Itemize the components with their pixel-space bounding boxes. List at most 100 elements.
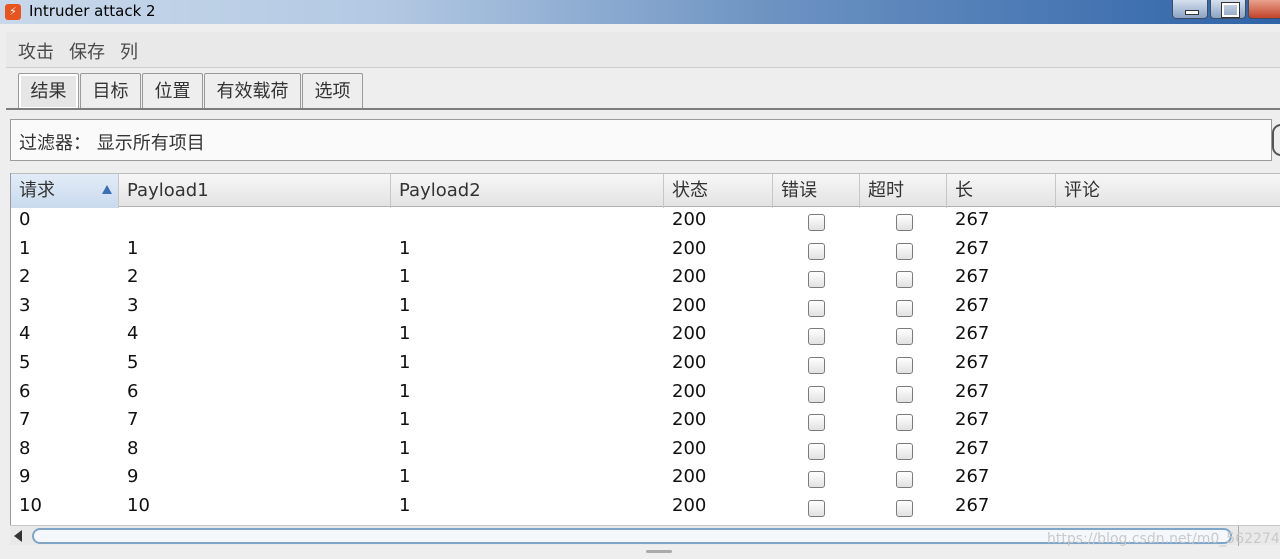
cell-comment (1056, 295, 1064, 324)
maximize-button[interactable] (1210, 0, 1246, 19)
table-row[interactable]: 8 8 1 200 267 (11, 438, 1280, 467)
timeout-checkbox[interactable] (896, 442, 913, 460)
column-header-request[interactable]: 请求 (11, 174, 119, 208)
cell-comment (1056, 323, 1064, 352)
minimize-button[interactable] (1172, 0, 1208, 19)
column-header-status[interactable]: 状态 (664, 174, 773, 208)
window-title: Intruder attack 2 (29, 2, 156, 20)
menu-columns[interactable]: 列 (120, 38, 138, 64)
tab-positions[interactable]: 位置 (142, 73, 203, 109)
tab-options[interactable]: 选项 (302, 73, 363, 109)
cell-payload2: 1 (399, 466, 411, 488)
timeout-checkbox[interactable] (896, 214, 913, 231)
table-row[interactable]: 5 5 1 200 267 (11, 352, 1280, 381)
column-header-payload2[interactable]: Payload2 (391, 174, 664, 208)
error-checkbox[interactable] (808, 471, 825, 489)
error-checkbox[interactable] (808, 442, 825, 460)
column-header-comment[interactable]: 评论 (1056, 174, 1280, 208)
tab-target[interactable]: 目标 (80, 73, 141, 109)
cell-request: 10 (19, 495, 42, 516)
watermark: https://blog.csdn.net/m0_5622741 (1047, 531, 1280, 547)
menu-save[interactable]: 保存 (69, 38, 105, 64)
table-row[interactable]: 7 7 1 200 267 (11, 409, 1280, 438)
cell-length: 267 (955, 352, 990, 373)
arrow-left-icon[interactable] (14, 530, 22, 542)
column-header-timeout[interactable]: 超时 (860, 174, 947, 208)
table-row[interactable]: 6 6 1 200 267 (11, 381, 1280, 410)
cell-status: 200 (672, 352, 707, 373)
error-checkbox[interactable] (808, 414, 825, 432)
tab-payloads[interactable]: 有效载荷 (204, 73, 301, 109)
timeout-checkbox[interactable] (896, 271, 913, 289)
table-row[interactable]: 2 2 1 200 267 (11, 266, 1280, 295)
cell-status: 200 (672, 323, 707, 345)
cell-request: 7 (19, 409, 31, 431)
cell-payload1: 5 (127, 352, 139, 373)
burp-logo-icon: ⚡ (5, 4, 21, 20)
cell-length: 267 (955, 209, 990, 230)
cell-status: 200 (672, 237, 707, 259)
tab-results[interactable]: 结果 (18, 73, 79, 109)
filter-help-icon[interactable] (1272, 124, 1280, 156)
error-checkbox[interactable] (808, 328, 825, 346)
cell-payload2: 1 (399, 409, 411, 431)
cell-length: 267 (955, 294, 990, 316)
cell-length: 267 (955, 380, 990, 402)
cell-payload1: 10 (127, 495, 150, 516)
table-row[interactable]: 3 3 1 200 267 (11, 295, 1280, 324)
cell-payload1: 9 (127, 466, 139, 488)
cell-length: 267 (955, 437, 990, 459)
cell-status: 200 (672, 266, 707, 288)
cell-comment (1056, 466, 1064, 495)
timeout-checkbox[interactable] (896, 385, 913, 403)
cell-status: 200 (672, 409, 707, 431)
cell-length: 267 (955, 323, 990, 345)
table-row[interactable]: 1 1 1 200 267 (11, 238, 1280, 267)
cell-length: 267 (955, 409, 990, 431)
cell-payload1: 6 (127, 380, 139, 402)
error-checkbox[interactable] (808, 357, 825, 374)
error-checkbox[interactable] (808, 500, 825, 517)
filter-bar[interactable]: 过滤器： 显示所有项目 (10, 119, 1272, 161)
table-row[interactable]: 0 200 267 (11, 209, 1280, 238)
cell-request: 1 (19, 237, 31, 259)
timeout-checkbox[interactable] (896, 471, 913, 489)
cell-payload1: 4 (127, 323, 139, 345)
filter-label: 过滤器： 显示所有项目 (19, 133, 205, 154)
column-header-payload1[interactable]: Payload1 (119, 174, 391, 208)
error-checkbox[interactable] (808, 242, 825, 260)
cell-payload2: 1 (399, 266, 411, 288)
sort-ascending-icon (102, 185, 112, 194)
menu-attack[interactable]: 攻击 (18, 38, 54, 64)
column-header-error[interactable]: 错误 (773, 174, 860, 208)
timeout-checkbox[interactable] (896, 328, 913, 346)
table-row[interactable]: 9 9 1 200 267 (11, 466, 1280, 495)
timeout-checkbox[interactable] (896, 299, 913, 317)
timeout-checkbox[interactable] (896, 357, 913, 374)
cell-length: 267 (955, 495, 990, 516)
timeout-checkbox[interactable] (896, 414, 913, 432)
error-checkbox[interactable] (808, 271, 825, 289)
cell-payload2: 1 (399, 237, 411, 259)
cell-payload2: 1 (399, 495, 411, 516)
timeout-checkbox[interactable] (896, 500, 913, 517)
column-header-length[interactable]: 长 (947, 174, 1056, 208)
table-row[interactable]: 4 4 1 200 267 (11, 323, 1280, 352)
pane-splitter-handle[interactable] (646, 550, 672, 553)
close-button[interactable] (1248, 0, 1280, 19)
cell-length: 267 (955, 237, 990, 259)
error-checkbox[interactable] (808, 214, 825, 231)
cell-status: 200 (672, 209, 707, 230)
menu-bar: 攻击 保存 列 (6, 32, 1280, 68)
timeout-checkbox[interactable] (896, 242, 913, 260)
cell-status: 200 (672, 294, 707, 316)
table-row[interactable]: 10 10 1 200 267 (11, 495, 1280, 524)
error-checkbox[interactable] (808, 299, 825, 317)
cell-payload1: 2 (127, 266, 139, 288)
cell-comment (1056, 266, 1064, 295)
cell-payload2: 1 (399, 323, 411, 345)
cell-length: 267 (955, 466, 990, 488)
cell-request: 5 (19, 352, 31, 373)
cell-comment (1056, 495, 1064, 524)
error-checkbox[interactable] (808, 385, 825, 403)
